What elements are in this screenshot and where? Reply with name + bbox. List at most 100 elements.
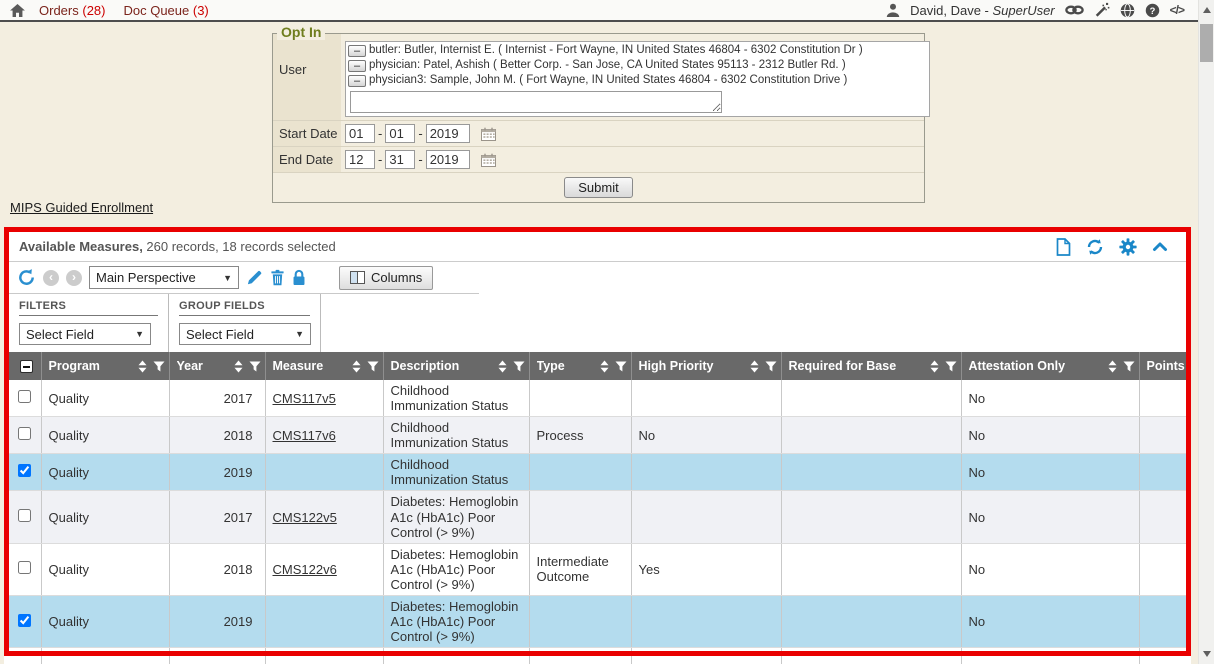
- start-day-input[interactable]: [385, 124, 415, 143]
- sort-icon[interactable]: [498, 360, 507, 373]
- points-cell: [1139, 454, 1191, 491]
- sort-icon[interactable]: [1108, 360, 1117, 373]
- empty-cell: [781, 648, 961, 664]
- user-entry: – butler: Butler, Internist E. ( Interni…: [348, 43, 927, 58]
- column-header[interactable]: Type: [529, 352, 631, 380]
- checkbox-cell: [9, 491, 41, 543]
- new-document-icon[interactable]: [1056, 238, 1071, 256]
- panel-title-bar: Available Measures, 260 records, 18 reco…: [9, 232, 1186, 262]
- filter-icon[interactable]: [513, 361, 525, 372]
- sort-icon[interactable]: [750, 360, 759, 373]
- date-separator: -: [378, 152, 382, 167]
- top-bar-right: David, Dave - SuperUser ? </>: [886, 2, 1190, 18]
- sort-icon[interactable]: [352, 360, 361, 373]
- help-icon[interactable]: ?: [1145, 3, 1160, 18]
- row-checkbox[interactable]: [18, 561, 31, 574]
- row-checkbox[interactable]: [18, 390, 31, 403]
- delete-icon[interactable]: [270, 269, 285, 286]
- scrollbar-thumb[interactable]: [1200, 24, 1213, 62]
- home-button[interactable]: [10, 4, 25, 17]
- sort-icon[interactable]: [930, 360, 939, 373]
- measure-link[interactable]: CMS117v5: [273, 391, 336, 406]
- row-checkbox[interactable]: [18, 509, 31, 522]
- filter-icon[interactable]: [765, 361, 777, 372]
- end-day-input[interactable]: [385, 150, 415, 169]
- column-header[interactable]: Attestation Only: [961, 352, 1139, 380]
- measure-link[interactable]: CMS122v5: [273, 510, 337, 525]
- row-checkbox[interactable]: [18, 614, 31, 627]
- undo-icon[interactable]: [17, 268, 36, 287]
- filter-icon[interactable]: [367, 361, 379, 372]
- table-row[interactable]: Quality2017CMS122v5Diabetes: Hemoglobin …: [9, 491, 1191, 543]
- measure-link[interactable]: CMS122v6: [273, 562, 337, 577]
- start-month-input[interactable]: [345, 124, 375, 143]
- end-year-input[interactable]: [426, 150, 470, 169]
- perspective-select[interactable]: Main Perspective ▼: [89, 266, 239, 289]
- filter-icon[interactable]: [615, 361, 627, 372]
- sort-icon[interactable]: [600, 360, 609, 373]
- user-search-input[interactable]: [350, 91, 722, 113]
- top-menu-item[interactable]: Doc Queue (3): [123, 3, 208, 18]
- program-cell: Quality: [41, 454, 169, 491]
- edit-icon[interactable]: [246, 269, 263, 286]
- description-cell: Diabetes: Hemoglobin A1c (HbA1c) Poor Co…: [383, 491, 529, 543]
- nav-back-button[interactable]: ‹: [43, 270, 59, 286]
- column-header[interactable]: Points: [1139, 352, 1191, 380]
- table-row[interactable]: Quality2019Diabetes: Hemoglobin A1c (HbA…: [9, 595, 1191, 647]
- table-row[interactable]: Quality2018CMS122v6Diabetes: Hemoglobin …: [9, 543, 1191, 595]
- refresh-icon[interactable]: [1086, 238, 1104, 256]
- menu-item-count: (3): [193, 3, 209, 18]
- attestation-only-cell: No: [961, 417, 1139, 454]
- end-month-input[interactable]: [345, 150, 375, 169]
- end-calendar-button[interactable]: [481, 153, 496, 167]
- measure-link[interactable]: CMS117v6: [273, 428, 336, 443]
- row-checkbox[interactable]: [18, 464, 31, 477]
- gear-icon[interactable]: [1119, 238, 1137, 256]
- remove-user-button[interactable]: –: [348, 45, 366, 57]
- column-header[interactable]: Program: [41, 352, 169, 380]
- table-row[interactable]: Quality2017 CMS117v5 Childhood Immunizatio…: [9, 380, 1191, 417]
- filter-icon[interactable]: [153, 361, 165, 372]
- column-header[interactable]: Description: [383, 352, 529, 380]
- description-cell: Childhood Immunization Status: [383, 380, 529, 417]
- table-row[interactable]: Quality2018CMS117v6Childhood Immunizatio…: [9, 417, 1191, 454]
- table-row[interactable]: [9, 648, 1191, 664]
- group-fields-select[interactable]: Select Field ▼: [179, 323, 311, 345]
- code-icon[interactable]: </>: [1170, 3, 1184, 17]
- page-scrollbar[interactable]: [1198, 0, 1214, 664]
- nav-forward-button[interactable]: ›: [66, 270, 82, 286]
- scroll-up-icon[interactable]: [1199, 2, 1214, 18]
- year-cell: 2017: [169, 380, 265, 417]
- measures-table: Program Year Measure Description: [9, 352, 1191, 664]
- remove-user-button[interactable]: –: [348, 75, 366, 87]
- column-header[interactable]: Year: [169, 352, 265, 380]
- top-menu-item[interactable]: Orders (28): [39, 3, 105, 18]
- column-header[interactable]: High Priority: [631, 352, 781, 380]
- table-row[interactable]: Quality2019Childhood Immunization Status…: [9, 454, 1191, 491]
- sort-icon[interactable]: [234, 360, 243, 373]
- program-cell: Quality: [41, 380, 169, 417]
- column-header-label: Type: [537, 359, 595, 373]
- column-header[interactable]: Required for Base: [781, 352, 961, 380]
- column-header[interactable]: Measure: [265, 352, 383, 380]
- wand-icon[interactable]: [1094, 2, 1110, 18]
- filters-field-select[interactable]: Select Field ▼: [19, 323, 151, 345]
- sort-icon[interactable]: [138, 360, 147, 373]
- collapse-icon[interactable]: [1152, 241, 1168, 252]
- mips-guided-enrollment-link[interactable]: MIPS Guided Enrollment: [10, 200, 153, 215]
- filter-icon[interactable]: [945, 361, 957, 372]
- scroll-down-icon[interactable]: [1199, 646, 1214, 662]
- link-icon[interactable]: [1065, 3, 1084, 17]
- row-checkbox[interactable]: [18, 427, 31, 440]
- columns-button[interactable]: Columns: [339, 266, 433, 290]
- lock-icon[interactable]: [292, 269, 306, 286]
- start-year-input[interactable]: [426, 124, 470, 143]
- remove-user-button[interactable]: –: [348, 60, 366, 72]
- program-cell: Quality: [41, 543, 169, 595]
- start-calendar-button[interactable]: [481, 127, 496, 141]
- filter-icon[interactable]: [249, 361, 261, 372]
- filter-icon[interactable]: [1123, 361, 1135, 372]
- submit-button[interactable]: Submit: [564, 177, 632, 198]
- globe-icon[interactable]: [1120, 3, 1135, 18]
- select-all-checkbox[interactable]: [20, 360, 33, 373]
